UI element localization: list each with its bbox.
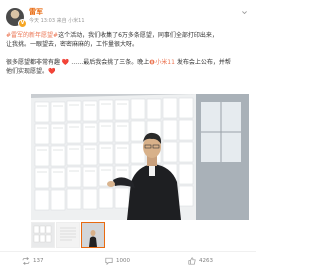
post-text: #雷军的新年愿望#这个活动，我们收集了6万多条愿望，同事们全部打印出来， 让我挑…: [6, 31, 250, 76]
comment-count: 1000: [116, 258, 130, 264]
thumbnail-1[interactable]: [31, 222, 55, 248]
post-line-2: 让我挑。一眼望去，密密麻麻的，工作量很大呀。: [6, 41, 139, 48]
comment-button[interactable]: 1000: [105, 255, 130, 267]
repost-button[interactable]: 137: [22, 255, 44, 267]
like-count: 4263: [199, 258, 213, 264]
verified-badge: V: [18, 19, 27, 28]
post-photo[interactable]: [31, 94, 249, 220]
post-header: V 雷军 今天 13:03 来自 小米11: [6, 6, 250, 28]
thumbs-up-icon: [188, 257, 196, 265]
comment-icon: [105, 257, 113, 265]
post-line-5: 他们实现愿望。❤️: [6, 68, 56, 75]
action-bar: 137 1000 4263: [0, 251, 256, 270]
post-line-3: [6, 49, 250, 58]
hashtag-link[interactable]: #雷军的新年愿望#: [6, 32, 58, 39]
chevron-down-icon[interactable]: [241, 9, 248, 16]
user-name[interactable]: 雷军: [29, 7, 43, 17]
thumbnail-2[interactable]: [56, 222, 80, 248]
post-meta: 今天 13:03 来自 小米11: [29, 18, 85, 24]
post-line-1: #雷军的新年愿望#这个活动，我们收集了6万多条愿望，同事们全部打印出来，: [6, 32, 218, 39]
repost-icon: [22, 257, 30, 265]
like-button[interactable]: 4263: [188, 255, 213, 267]
post-line-4: 很多愿望都非常有趣 ❤️ ……最后我会挑了三条。晚上 小米11 发布会上公布，并帮: [6, 59, 231, 66]
thumbnail-3[interactable]: [81, 222, 105, 248]
photo-image: [31, 94, 249, 220]
repost-count: 137: [33, 258, 44, 264]
product-link[interactable]: 小米11: [155, 59, 175, 66]
